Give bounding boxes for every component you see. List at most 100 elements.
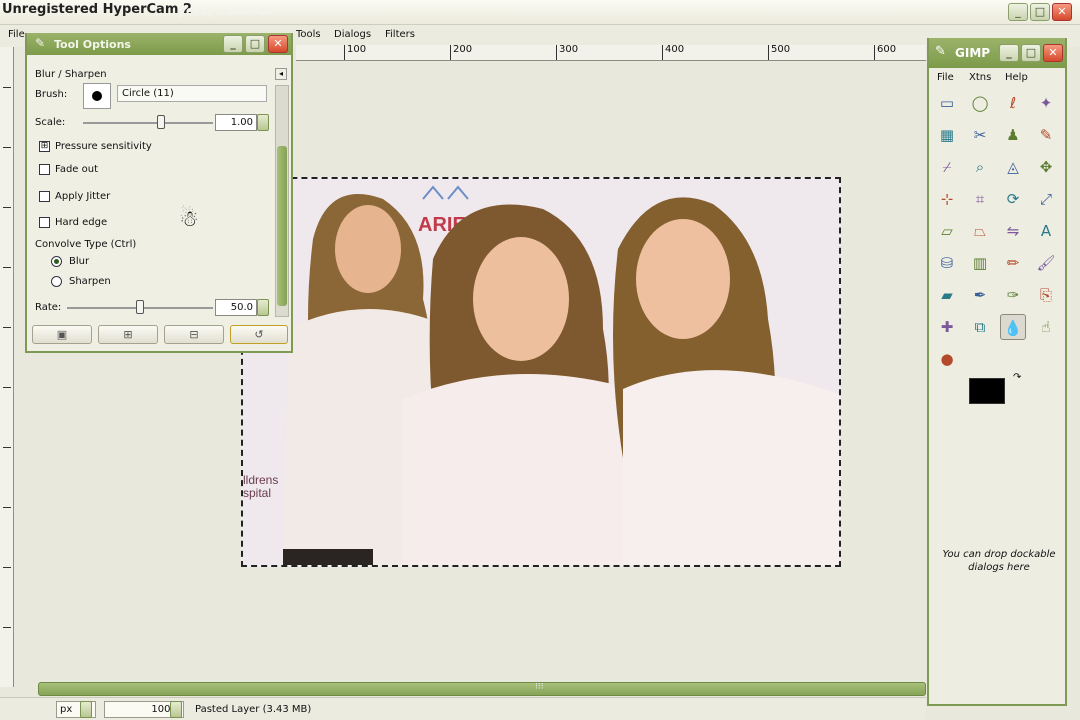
svg-text:spital: spital <box>243 486 271 500</box>
zoom-dropdown-arrow[interactable] <box>170 701 182 718</box>
menu-dialogs[interactable]: Dialogs <box>334 29 371 40</box>
layer-info: Pasted Layer (3.43 MB) <box>195 704 312 715</box>
foreground-color[interactable] <box>969 378 1005 404</box>
eraser-icon[interactable]: ▰ <box>934 282 960 308</box>
swap-colors-icon[interactable]: ↷ <box>1013 372 1021 383</box>
rate-value[interactable]: 50.0 <box>215 299 257 316</box>
blur-radio[interactable] <box>51 256 62 267</box>
toolbox-menu-help[interactable]: Help <box>1005 72 1028 83</box>
align-icon[interactable]: ⊹ <box>934 186 960 212</box>
sharpen-label: Sharpen <box>69 276 111 287</box>
toolbox-window: ✎ GIMP _ □ ✕ File Xtns Help ▭ ◯ ℓ ✦ ▦ ✂ ♟ ✎ ⌿ ⌕ ◬ ✥… <box>927 38 1067 706</box>
toolbox-maximize-button[interactable]: □ <box>1021 44 1041 62</box>
tool-options-close-button[interactable]: ✕ <box>268 35 288 53</box>
paths-icon[interactable]: ✎ <box>1033 122 1059 148</box>
tool-options-dialog: ✎ Tool Options _ □ ✕ Blur / Sharpen ◂ Br… <box>25 33 293 353</box>
cursor-mascot-icon: ☃ <box>179 207 199 232</box>
delete-options-button[interactable]: ⊟ <box>164 325 224 344</box>
close-button[interactable]: ✕ <box>1052 3 1072 21</box>
airbrush-icon[interactable]: ✒ <box>967 282 993 308</box>
foreground-select-icon[interactable]: ♟ <box>1000 122 1026 148</box>
fuzzy-select-icon[interactable]: ✦ <box>1033 90 1059 116</box>
horizontal-scrollbar[interactable]: ⁝⁝⁝ <box>38 682 926 696</box>
menu-file[interactable]: File <box>8 29 25 40</box>
jitter-checkbox[interactable] <box>39 191 50 202</box>
move-icon[interactable]: ✥ <box>1033 154 1059 180</box>
blend-icon[interactable]: ▥ <box>967 250 993 276</box>
tool-grid: ▭ ◯ ℓ ✦ ▦ ✂ ♟ ✎ ⌿ ⌕ ◬ ✥ ⊹ ⌗ ⟳ ⤢ ▱ ⏢ ⇋ A ⛁ ▥ ✏ 🖌 ▰ ✒ ✑ ⎘ ✚ ⧉ 💧 ☝ ● <box>929 90 1065 380</box>
perspective-clone-icon[interactable]: ⧉ <box>967 314 993 340</box>
clone-icon[interactable]: ⎘ <box>1033 282 1059 308</box>
tool-name: Blur / Sharpen <box>35 69 107 80</box>
ink-icon[interactable]: ✑ <box>1000 282 1026 308</box>
rate-spin-button[interactable] <box>257 299 269 316</box>
scale-slider-handle[interactable] <box>157 115 165 129</box>
paintbrush-icon[interactable]: 🖌 <box>1033 250 1059 276</box>
brush-name-field[interactable]: Circle (11) <box>117 85 267 102</box>
heal-icon[interactable]: ✚ <box>934 314 960 340</box>
shear-icon[interactable]: ▱ <box>934 218 960 244</box>
pencil-icon[interactable]: ✏ <box>1000 250 1026 276</box>
minimize-button[interactable]: _ <box>1008 3 1028 21</box>
scissors-icon[interactable]: ✂ <box>967 122 993 148</box>
toolbox-titlebar[interactable]: ✎ GIMP _ □ ✕ <box>929 38 1065 68</box>
blur-sharpen-icon[interactable]: 💧 <box>1000 314 1026 340</box>
crop-icon[interactable]: ⌗ <box>967 186 993 212</box>
measure-icon[interactable]: ◬ <box>1000 154 1026 180</box>
dodge-burn-icon[interactable]: ● <box>934 346 960 372</box>
maximize-button[interactable]: □ <box>1030 3 1050 21</box>
rect-select-icon[interactable]: ▭ <box>934 90 960 116</box>
smudge-icon[interactable]: ☝ <box>1033 314 1059 340</box>
perspective-icon[interactable]: ⏢ <box>967 218 993 244</box>
ellipse-select-icon[interactable]: ◯ <box>967 90 993 116</box>
fade-out-checkbox[interactable] <box>39 164 50 175</box>
scale-spin-button[interactable] <box>257 114 269 131</box>
zoom-icon[interactable]: ⌕ <box>967 154 993 180</box>
vertical-ruler <box>0 47 14 687</box>
lasso-icon[interactable]: ℓ <box>1000 90 1026 116</box>
rate-slider-handle[interactable] <box>136 300 144 314</box>
select-by-color-icon[interactable]: ▦ <box>934 122 960 148</box>
restore-options-button[interactable]: ⊞ <box>98 325 158 344</box>
sharpen-radio[interactable] <box>51 276 62 287</box>
rate-label: Rate: <box>35 302 62 313</box>
menu-tools[interactable]: Tools <box>296 29 321 40</box>
pressure-checkbox[interactable]: ⊞ <box>39 141 50 152</box>
ruler-tick: 100 <box>344 45 366 60</box>
ruler-tick: 200 <box>450 45 472 60</box>
flip-icon[interactable]: ⇋ <box>1000 218 1026 244</box>
brush-preview[interactable] <box>83 83 111 109</box>
tool-options-scrollbar[interactable] <box>275 85 289 317</box>
jitter-label: Apply Jitter <box>55 191 111 202</box>
color-picker-icon[interactable]: ⌿ <box>934 154 960 180</box>
tool-options-minimize-button[interactable]: _ <box>223 35 243 53</box>
pressure-label: Pressure sensitivity <box>55 141 152 152</box>
toolbox-minimize-button[interactable]: _ <box>999 44 1019 62</box>
toolbox-close-button[interactable]: ✕ <box>1043 44 1063 62</box>
tool-options-title: Tool Options <box>54 38 131 51</box>
hard-edge-checkbox[interactable] <box>39 217 50 228</box>
tool-options-maximize-button[interactable]: □ <box>245 35 265 53</box>
fade-out-label: Fade out <box>55 164 99 175</box>
unit-dropdown-arrow[interactable] <box>80 701 92 718</box>
save-options-button[interactable]: ▣ <box>32 325 92 344</box>
reset-options-button[interactable]: ↺ <box>230 325 288 344</box>
ruler-tick: 600 <box>874 45 896 60</box>
scale-value[interactable]: 1.00 <box>215 114 257 131</box>
ruler-tick: 400 <box>662 45 684 60</box>
statusbar: px 100% Pasted Layer (3.43 MB) <box>0 697 926 720</box>
image-layer[interactable]: ARIETY lldrens spital <box>241 177 841 567</box>
scale-icon[interactable]: ⤢ <box>1033 186 1059 212</box>
rotate-icon[interactable]: ⟳ <box>1000 186 1026 212</box>
menu-filters[interactable]: Filters <box>385 29 415 40</box>
bucket-fill-icon[interactable]: ⛁ <box>934 250 960 276</box>
toolbox-menu-xtns[interactable]: Xtns <box>969 72 991 83</box>
panel-menu-icon[interactable]: ◂ <box>275 68 287 80</box>
hard-edge-label: Hard edge <box>55 217 108 228</box>
tool-options-titlebar[interactable]: ✎ Tool Options _ □ ✕ <box>27 33 291 55</box>
scale-slider[interactable] <box>83 122 213 124</box>
main-title-bar: Unregistered HyperCam 2 yers) 568x400 _ … <box>0 0 1080 25</box>
toolbox-menu-file[interactable]: File <box>937 72 954 83</box>
drop-dialogs-hint: You can drop dockable dialogs here <box>942 549 1056 573</box>
text-icon[interactable]: A <box>1033 218 1059 244</box>
